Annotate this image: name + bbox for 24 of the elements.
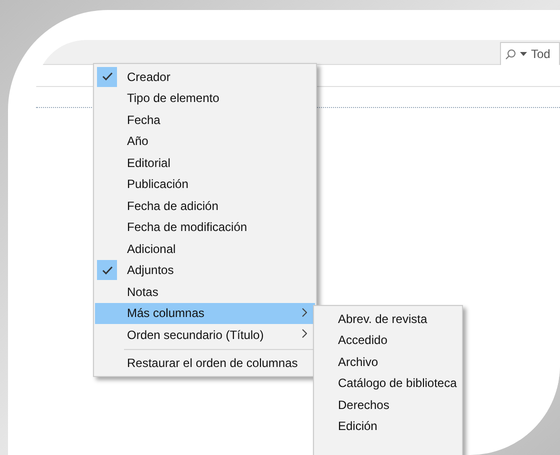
submenu-item[interactable]: Accedido: [314, 330, 462, 351]
menu-item[interactable]: Restaurar el orden de columnas: [95, 352, 315, 374]
search-icon: [505, 48, 516, 60]
menu-item[interactable]: Editorial: [95, 152, 315, 174]
menu-item[interactable]: Notas: [95, 281, 315, 302]
search-field[interactable]: Tod: [500, 42, 560, 66]
dropdown-caret-icon: [520, 52, 527, 56]
menu-item[interactable]: Adjuntos: [95, 260, 315, 281]
menu-item[interactable]: Año: [95, 130, 315, 152]
menu-item[interactable]: Fecha de adición: [95, 195, 315, 216]
submenu-item[interactable]: Derechos: [314, 394, 462, 416]
menu-item[interactable]: Fecha: [95, 109, 315, 130]
menu-item[interactable]: Adicional: [95, 238, 315, 260]
submenu-item[interactable]: Archivo: [314, 351, 462, 372]
search-value: Tod: [531, 46, 550, 63]
submenu-item[interactable]: Catálogo de biblioteca: [314, 372, 462, 394]
menu-item[interactable]: Más columnas: [95, 302, 315, 324]
menu-item[interactable]: Fecha de modificación: [95, 216, 315, 238]
menu-item[interactable]: Publicación: [95, 174, 315, 195]
menu-item[interactable]: Orden secundario (Título): [95, 324, 315, 346]
submenu-item[interactable]: Edición: [314, 416, 462, 437]
menu-item[interactable]: Tipo de elemento: [95, 88, 315, 109]
submenu-item[interactable]: Abrev. de revista: [314, 308, 462, 330]
menu-item[interactable]: Creador: [95, 66, 315, 88]
